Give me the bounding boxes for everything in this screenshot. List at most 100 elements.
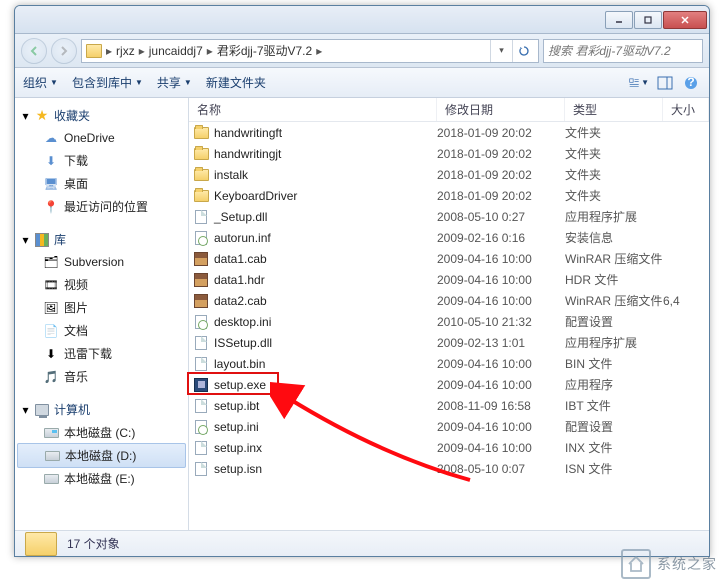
breadcrumb-item[interactable]: rjxz [116, 44, 135, 58]
file-name: setup.exe [214, 378, 266, 392]
file-row[interactable]: setup.ibt 2008-11-09 16:58 IBT 文件 [189, 395, 709, 416]
close-button[interactable] [663, 11, 707, 29]
nav-item-label: 本地磁盘 (E:) [64, 470, 135, 487]
nav-favorite-item[interactable]: ⬇ 下载 [15, 149, 188, 172]
file-row[interactable]: setup.ini 2009-04-16 10:00 配置设置 [189, 416, 709, 437]
file-type: INX 文件 [565, 439, 663, 456]
file-type: 安装信息 [565, 229, 663, 246]
nav-item-icon: ☁ [43, 130, 59, 146]
file-type: 配置设置 [565, 418, 663, 435]
file-name: data1.cab [214, 252, 267, 266]
file-type: 配置设置 [565, 313, 663, 330]
nav-item-label: 视频 [64, 276, 88, 293]
file-rows[interactable]: handwritingft 2018-01-09 20:02 文件夹 handw… [189, 122, 709, 530]
file-name: KeyboardDriver [214, 189, 297, 203]
file-row[interactable]: KeyboardDriver 2018-01-09 20:02 文件夹 [189, 185, 709, 206]
nav-library-item[interactable]: 🎞 视频 [15, 273, 188, 296]
file-row[interactable]: autorun.inf 2009-02-16 0:16 安装信息 [189, 227, 709, 248]
file-type: 应用程序扩展 [565, 208, 663, 225]
nav-item-label: 下载 [64, 152, 88, 169]
help-button[interactable]: ? [681, 73, 701, 93]
file-size: 6,4 [663, 294, 690, 308]
file-type: WinRAR 压缩文件 [565, 292, 663, 309]
file-name: ISSetup.dll [214, 336, 272, 350]
file-row[interactable]: handwritingjt 2018-01-09 20:02 文件夹 [189, 143, 709, 164]
file-row[interactable]: _Setup.dll 2008-05-10 0:27 应用程序扩展 [189, 206, 709, 227]
include-in-library-menu[interactable]: 包含到库中▼ [72, 74, 143, 91]
nav-drive-item[interactable]: 本地磁盘 (D:) [17, 443, 186, 468]
favorites-header[interactable]: ▾ ★ 收藏夹 [15, 104, 188, 127]
file-type: ISN 文件 [565, 460, 663, 477]
minimize-button[interactable] [605, 11, 633, 29]
file-row[interactable]: layout.bin 2009-04-16 10:00 BIN 文件 [189, 353, 709, 374]
nav-item-icon: 📄 [43, 323, 59, 339]
libraries-header[interactable]: ▾ 库 [15, 228, 188, 251]
file-date: 2009-04-16 10:00 [437, 357, 565, 371]
search-box[interactable] [543, 39, 703, 63]
view-options-button[interactable]: ▼ [629, 73, 649, 93]
breadcrumb-item[interactable]: juncaiddj7 [149, 44, 203, 58]
new-folder-button[interactable]: 新建文件夹 [206, 74, 266, 91]
refresh-button[interactable] [512, 40, 534, 62]
column-size[interactable]: 大小 [663, 98, 709, 121]
nav-library-item[interactable]: 🗂 Subversion [15, 251, 188, 273]
file-row[interactable]: data1.cab 2009-04-16 10:00 WinRAR 压缩文件 [189, 248, 709, 269]
file-date: 2018-01-09 20:02 [437, 168, 565, 182]
nav-library-item[interactable]: 🖼 图片 [15, 296, 188, 319]
file-type: 文件夹 [565, 145, 663, 162]
file-row[interactable]: handwritingft 2018-01-09 20:02 文件夹 [189, 122, 709, 143]
watermark: 系统之家 [621, 549, 717, 579]
nav-item-icon: 🎵 [43, 369, 59, 385]
file-icon [193, 335, 209, 351]
nav-library-item[interactable]: ⬇ 迅雷下载 [15, 342, 188, 365]
file-icon [193, 440, 209, 456]
folder-icon [86, 44, 102, 58]
preview-pane-button[interactable] [655, 73, 675, 93]
nav-favorite-item[interactable]: 📍 最近访问的位置 [15, 195, 188, 218]
search-input[interactable] [548, 44, 705, 58]
breadcrumb[interactable]: ▸ rjxz ▸ juncaiddj7 ▸ 君彩djj-7驱动V7.2 ▸ ▾ [81, 39, 539, 63]
file-name: instalk [214, 168, 248, 182]
file-date: 2018-01-09 20:02 [437, 126, 565, 140]
file-row[interactable]: data1.hdr 2009-04-16 10:00 HDR 文件 [189, 269, 709, 290]
nav-item-icon: ⬇ [43, 346, 59, 362]
file-row[interactable]: data2.cab 2009-04-16 10:00 WinRAR 压缩文件 6… [189, 290, 709, 311]
file-row[interactable]: desktop.ini 2010-05-10 21:32 配置设置 [189, 311, 709, 332]
library-icon [34, 232, 50, 248]
file-date: 2008-11-09 16:58 [437, 399, 565, 413]
file-name: setup.ini [214, 420, 259, 434]
nav-item-icon: 🎞 [43, 277, 59, 293]
file-row[interactable]: setup.inx 2009-04-16 10:00 INX 文件 [189, 437, 709, 458]
file-row[interactable]: ISSetup.dll 2009-02-13 1:01 应用程序扩展 [189, 332, 709, 353]
collapse-icon: ▾ [21, 235, 30, 244]
drive-icon [44, 448, 60, 464]
nav-library-item[interactable]: 🎵 音乐 [15, 365, 188, 388]
file-date: 2009-04-16 10:00 [437, 420, 565, 434]
nav-library-item[interactable]: 📄 文档 [15, 319, 188, 342]
column-type[interactable]: 类型 [565, 98, 663, 121]
column-date[interactable]: 修改日期 [437, 98, 565, 121]
breadcrumb-dropdown[interactable]: ▾ [490, 40, 512, 62]
file-row[interactable]: instalk 2018-01-09 20:02 文件夹 [189, 164, 709, 185]
file-type: 应用程序扩展 [565, 334, 663, 351]
column-name[interactable]: 名称 [189, 98, 437, 121]
nav-drive-item[interactable]: 本地磁盘 (C:) [15, 421, 188, 444]
toolbar: 组织▼ 包含到库中▼ 共享▼ 新建文件夹 ▼ ? [15, 68, 709, 98]
file-name: setup.inx [214, 441, 262, 455]
computer-header[interactable]: ▾ 计算机 [15, 398, 188, 421]
nav-back-button[interactable] [21, 38, 47, 64]
breadcrumb-item[interactable]: 君彩djj-7驱动V7.2 [217, 42, 312, 59]
nav-forward-button[interactable] [51, 38, 77, 64]
nav-drive-item[interactable]: 本地磁盘 (E:) [15, 467, 188, 490]
share-menu[interactable]: 共享▼ [157, 74, 192, 91]
organize-menu[interactable]: 组织▼ [23, 74, 58, 91]
file-row[interactable]: setup.exe 2009-04-16 10:00 应用程序 [189, 374, 709, 395]
file-list-pane: 名称 修改日期 类型 大小 handwritingft 2018-01-09 2… [189, 98, 709, 530]
nav-favorite-item[interactable]: 🖥 桌面 [15, 172, 188, 195]
file-row[interactable]: setup.isn 2008-05-10 0:07 ISN 文件 [189, 458, 709, 479]
maximize-button[interactable] [634, 11, 662, 29]
file-type: 文件夹 [565, 187, 663, 204]
nav-favorite-item[interactable]: ☁ OneDrive [15, 127, 188, 149]
file-type: 文件夹 [565, 166, 663, 183]
navigation-pane[interactable]: ▾ ★ 收藏夹 ☁ OneDrive ⬇ 下载 🖥 桌面 📍 最近访问的位置 ▾ [15, 98, 189, 530]
